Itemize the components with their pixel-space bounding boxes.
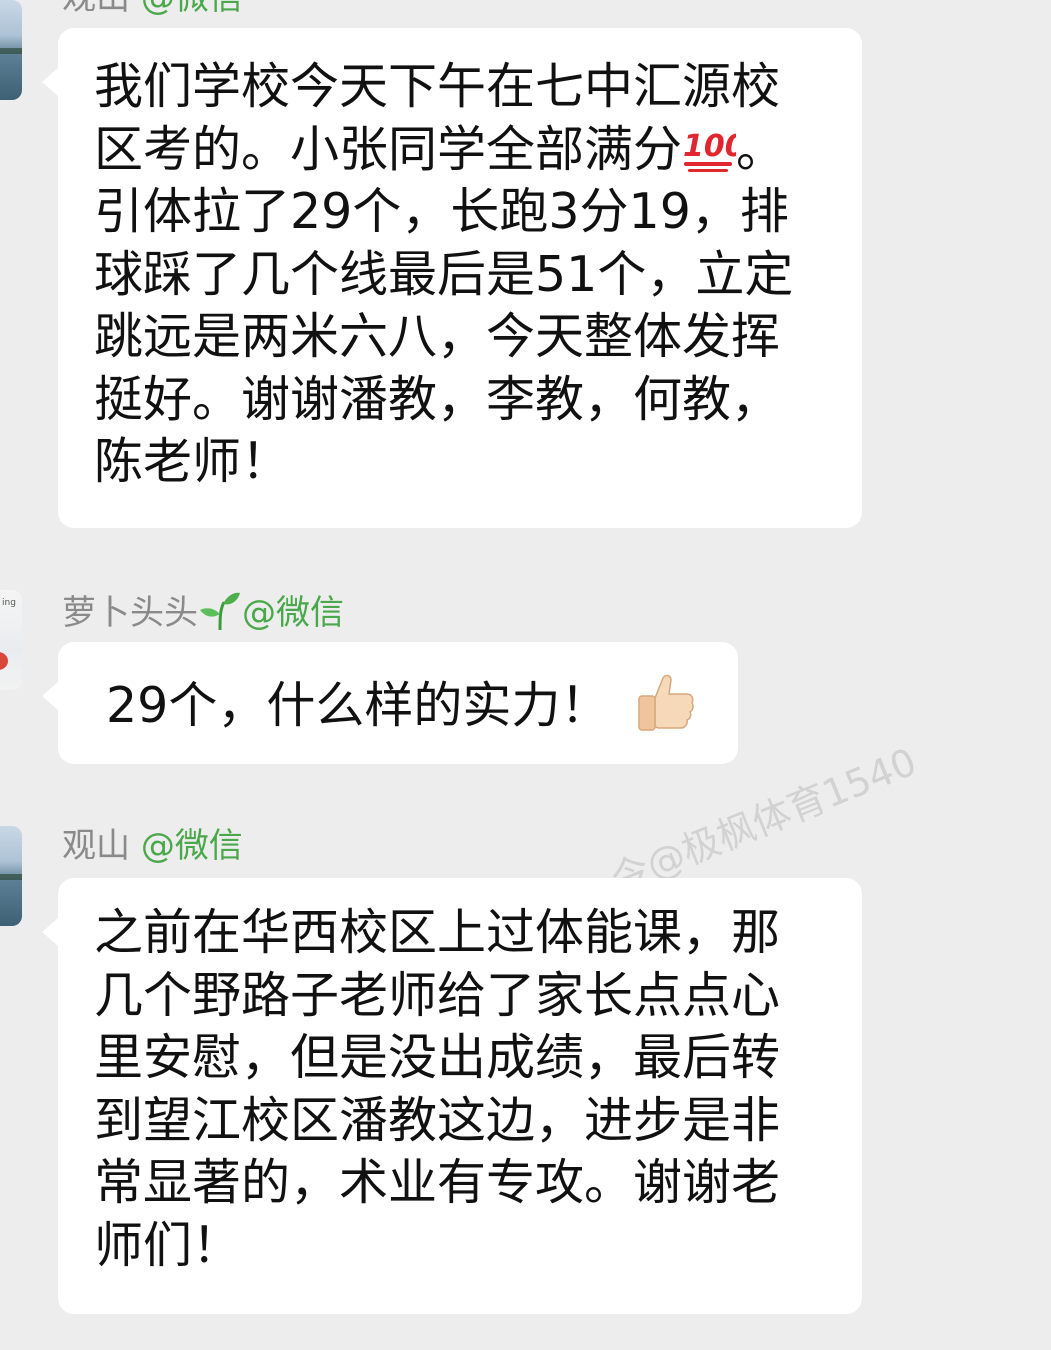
message-bubble[interactable]: 29个，什么样的实力！ [42, 642, 738, 764]
hundred-points-icon: 100 [683, 129, 736, 172]
svg-text:100: 100 [683, 129, 736, 164]
message-text-part: 我们学校今天下午在七中汇源校区考的。小张同学全部满分 [94, 58, 781, 178]
sender-wechat-tag: @微信 [242, 593, 344, 633]
message-text: 之前在华西校区上过体能课，那几个野路子老师给了家长点点心里安慰，但是没出成绩，最… [94, 904, 781, 1274]
thumbs-up-icon [638, 674, 695, 731]
avatar[interactable] [0, 0, 22, 100]
sender-label: 观山 @微信 [62, 826, 243, 866]
message-bubble[interactable]: 之前在华西校区上过体能课，那几个野路子老师给了家长点点心里安慰，但是没出成绩，最… [42, 878, 862, 1314]
sender-name: 观山 [62, 0, 130, 18]
avatar-dot [0, 652, 8, 670]
sender-label-top: 观山 @微信 [62, 0, 243, 18]
message-text: 我们学校今天下午在七中汇源校区考的。小张同学全部满分 100 。引体拉了29个，… [94, 56, 826, 494]
sender-wechat-tag: @微信 [141, 0, 243, 18]
sender-label: 萝卜头头 @微信 [62, 590, 344, 633]
avatar-text: ing [2, 598, 16, 608]
avatar[interactable]: ing [0, 590, 22, 690]
sender-name: 萝卜头头 [62, 593, 198, 633]
sender-wechat-tag: @微信 [140, 826, 243, 866]
chat-screen: 观山 @微信 我们学校今天下午在七中汇源校区考的。小张同学全部满分 100 。引… [0, 0, 1051, 1350]
avatar[interactable] [0, 826, 22, 926]
message-text-part: 29个，什么样的实力！ [106, 677, 610, 734]
message-bubble[interactable]: 我们学校今天下午在七中汇源校区考的。小张同学全部满分 100 。引体拉了29个，… [42, 28, 862, 528]
message-text: 29个，什么样的实力！ [106, 672, 738, 738]
seedling-icon [200, 592, 240, 630]
sender-name: 观山 [62, 826, 130, 866]
